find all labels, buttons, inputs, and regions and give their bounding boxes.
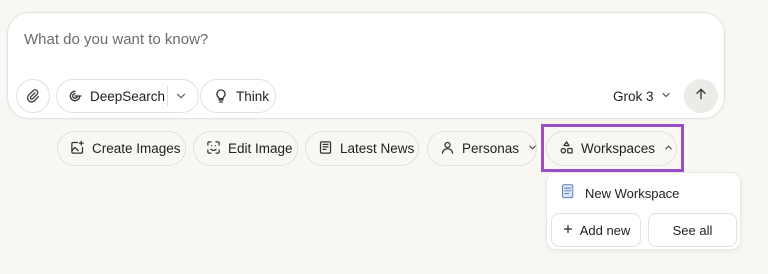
add-new-label: Add new	[579, 222, 631, 238]
personas-label: Personas	[462, 141, 520, 156]
workspaces-label: Workspaces	[581, 141, 656, 156]
personas-button[interactable]: Personas	[427, 131, 537, 166]
model-label: Grok 3	[613, 89, 654, 104]
paperclip-icon	[25, 88, 41, 104]
think-label: Think	[236, 88, 270, 104]
add-new-button[interactable]: Add new	[551, 213, 641, 247]
lightbulb-icon	[213, 88, 229, 104]
chevron-down-icon[interactable]	[174, 89, 188, 103]
prompt-input[interactable]	[24, 31, 684, 48]
chevron-up-icon	[663, 141, 674, 156]
new-workspace-item[interactable]: New Workspace	[561, 184, 679, 202]
person-icon	[440, 140, 455, 158]
newspaper-icon	[318, 140, 333, 158]
deepsearch-label: DeepSearch	[90, 88, 166, 104]
create-images-label: Create Images	[92, 141, 181, 156]
deepsearch-divider	[167, 86, 168, 106]
chevron-down-icon	[527, 141, 538, 156]
prompt-composer: DeepSearch Think Grok 3	[7, 12, 725, 119]
send-button[interactable]	[684, 79, 718, 113]
see-all-label: See all	[672, 222, 713, 238]
deepsearch-button[interactable]: DeepSearch	[56, 79, 199, 113]
edit-image-button[interactable]: Edit Image	[193, 131, 298, 166]
edit-image-label: Edit Image	[228, 141, 293, 156]
shapes-icon	[559, 140, 574, 158]
deepsearch-swirl-icon	[67, 88, 83, 104]
arrow-up-icon	[693, 86, 709, 107]
see-all-button[interactable]: See all	[648, 213, 737, 247]
workspaces-dropdown: New Workspace Add new See all	[546, 172, 741, 250]
plus-icon	[562, 223, 574, 238]
think-button[interactable]: Think	[200, 79, 276, 113]
workspaces-button[interactable]: Workspaces	[546, 131, 677, 166]
new-workspace-label: New Workspace	[585, 185, 680, 201]
attach-button[interactable]	[16, 79, 50, 113]
scan-face-icon	[206, 140, 221, 158]
chevron-down-icon	[660, 89, 672, 104]
create-images-button[interactable]: Create Images	[57, 131, 186, 166]
document-icon	[561, 184, 575, 202]
model-selector[interactable]: Grok 3	[613, 89, 672, 104]
latest-news-label: Latest News	[340, 141, 415, 156]
latest-news-button[interactable]: Latest News	[305, 131, 419, 166]
image-sparkle-icon	[70, 140, 85, 158]
